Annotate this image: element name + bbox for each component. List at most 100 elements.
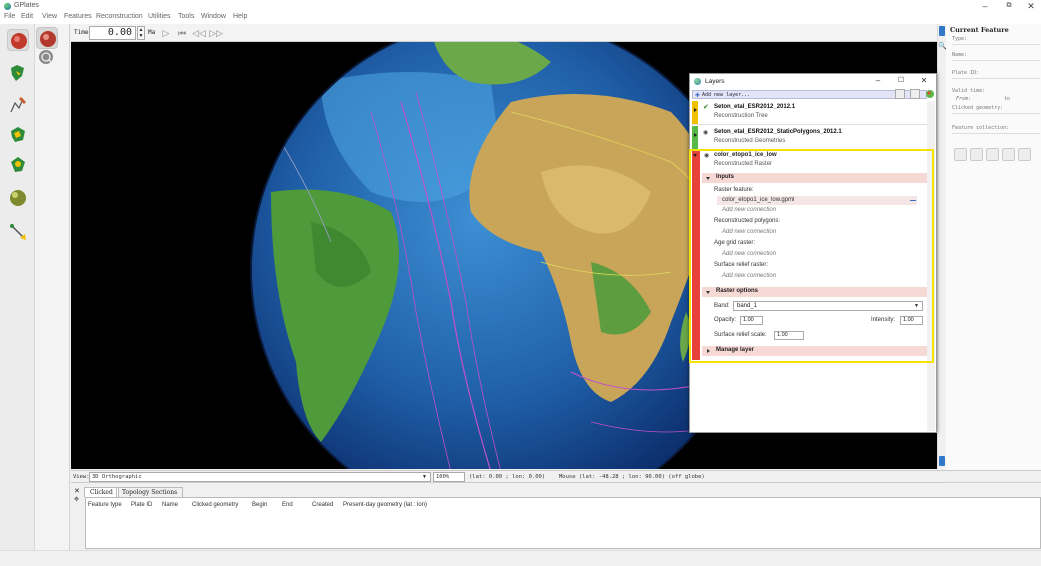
- drag-globe-subtool[interactable]: [36, 27, 58, 49]
- layer-name: Seton_etal_ESR2012_2012.1: [714, 104, 796, 110]
- column-header[interactable]: Begin: [252, 502, 267, 508]
- tab-topology-sections[interactable]: Topology Sections: [116, 487, 184, 497]
- time-input[interactable]: 0.00: [89, 26, 136, 40]
- panel-close-icon[interactable]: ✕: [74, 487, 80, 495]
- zoom-globe-subtool[interactable]: [36, 49, 58, 67]
- current-feature-title: Current Feature: [950, 26, 1009, 34]
- time-label: Time: [74, 29, 89, 36]
- menu-utilities[interactable]: Utilities: [148, 13, 171, 20]
- layer-type: Reconstruction Tree: [714, 113, 768, 119]
- expand-triangle-icon[interactable]: [694, 108, 697, 112]
- zoom-value: 100%: [436, 474, 450, 480]
- app-logo-icon: [4, 3, 11, 10]
- status-bar: View: 3D Orthographic ▼ 100% (lat: 0.00 …: [71, 470, 1041, 483]
- column-header[interactable]: Clicked geometry: [192, 502, 238, 508]
- minimize-button[interactable]: –: [978, 1, 992, 11]
- name-label: Name:: [952, 52, 968, 58]
- projection-select[interactable]: 3D Orthographic ▼: [89, 472, 431, 482]
- drag-globe-tool[interactable]: [7, 29, 29, 51]
- digitise-tool[interactable]: [7, 94, 29, 116]
- sphere-icon: [10, 190, 26, 206]
- pole-manipulation-tool[interactable]: [7, 187, 29, 209]
- layer-static-polygons[interactable]: ◉ Seton_etal_ESR2012_StaticPolygons_2012…: [692, 126, 927, 149]
- menu-features[interactable]: Features: [64, 13, 92, 20]
- zoom-slider-handle[interactable]: [939, 26, 945, 36]
- add-layer-label: Add new layer...: [702, 92, 751, 98]
- menu-help[interactable]: Help: [233, 13, 247, 20]
- plate-id-label: Plate ID:: [952, 70, 980, 76]
- column-header[interactable]: Plate ID: [131, 502, 152, 508]
- plate-move-icon: [11, 127, 25, 142]
- mouse-coordinates: Mouse (lat: -48.28 ; lon: 90.00) (off gl…: [559, 474, 705, 480]
- feature-properties-button[interactable]: [1018, 148, 1031, 161]
- plate-id-field: [952, 78, 1040, 79]
- close-button[interactable]: ✕: [1024, 1, 1038, 12]
- menu-view[interactable]: View: [42, 13, 57, 20]
- feature-select-icon: [11, 65, 24, 81]
- zoom-spinbox[interactable]: 100%: [433, 472, 465, 482]
- step-forward-button[interactable]: ▷▷: [209, 26, 223, 40]
- viewport-zoom-slider[interactable]: 🔍: [937, 24, 947, 469]
- eye-icon[interactable]: ◉: [703, 129, 708, 136]
- menu-bar: File Edit View Features Reconstruction U…: [0, 13, 1041, 24]
- layers-minimize-button[interactable]: –: [872, 76, 884, 85]
- menu-window[interactable]: Window: [201, 13, 226, 20]
- column-header[interactable]: Name: [162, 502, 178, 508]
- view-label: View:: [73, 474, 90, 480]
- menu-file[interactable]: File: [4, 13, 15, 20]
- menu-edit[interactable]: Edit: [21, 13, 33, 20]
- pencil-icon: [10, 97, 26, 113]
- menu-tools[interactable]: Tools: [178, 13, 194, 20]
- expand-triangle-icon[interactable]: [694, 133, 697, 137]
- check-icon[interactable]: ✔: [703, 103, 709, 111]
- restore-button[interactable]: ⧉: [1002, 2, 1016, 10]
- reset-animation-button[interactable]: ⏮: [175, 26, 189, 40]
- column-header[interactable]: Present-day geometry (lat : lon): [343, 502, 427, 508]
- layer-name: Seton_etal_ESR2012_StaticPolygons_2012.1: [714, 129, 842, 135]
- camera-center: (lat: 0.00 ; lon: 0.00): [469, 474, 546, 480]
- tool-palette: [0, 24, 35, 550]
- time-toolbar: Time 0.00 ▲ ▼ Ma ▷ ⏮ ◁◁ ▷▷: [71, 24, 937, 42]
- name-field: [952, 60, 1040, 61]
- move-vertex-tool[interactable]: [7, 124, 29, 146]
- clone-feature-button[interactable]: [986, 148, 999, 161]
- add-layer-icon: ✚: [695, 93, 701, 99]
- from-label: From:: [956, 96, 972, 102]
- add-new-layer-button[interactable]: ✚ Add new layer...: [692, 90, 927, 99]
- layer-type: Reconstructed Geometries: [714, 138, 786, 144]
- step-back-button[interactable]: ◁◁: [192, 26, 206, 40]
- column-header[interactable]: End: [282, 502, 293, 508]
- globe-icon: [11, 33, 27, 49]
- layers-visibility-toggle[interactable]: [895, 89, 905, 99]
- panel-float-icon[interactable]: ✥: [74, 496, 79, 503]
- time-unit: Ma: [148, 29, 156, 36]
- column-header[interactable]: Feature type: [88, 502, 122, 508]
- tab-clicked[interactable]: Clicked: [84, 487, 119, 497]
- projection-value: 3D Orthographic: [92, 474, 142, 480]
- query-feature-button[interactable]: [954, 148, 967, 161]
- layer-reconstruction-tree[interactable]: ✔ Seton_etal_ESR2012_2012.1 Reconstructi…: [692, 101, 927, 124]
- menu-reconstruction[interactable]: Reconstruction: [96, 13, 143, 20]
- topology-tool[interactable]: [7, 154, 29, 176]
- play-button[interactable]: ▷: [159, 26, 173, 40]
- delete-feature-button[interactable]: [1002, 148, 1015, 161]
- zoom-slider-bottom[interactable]: [939, 456, 945, 466]
- time-spinner[interactable]: ▲ ▼: [137, 26, 145, 40]
- layers-window-icon: [694, 78, 701, 85]
- edit-feature-button[interactable]: [970, 148, 983, 161]
- clicked-table: Feature type Plate ID Name Clicked geome…: [85, 497, 1041, 549]
- layer-color-strip: [692, 101, 698, 124]
- layers-options-toggle[interactable]: [910, 89, 920, 99]
- measure-distance-tool[interactable]: [7, 221, 29, 243]
- to-label: to: [1004, 96, 1011, 102]
- layers-close-button[interactable]: ✕: [918, 76, 930, 85]
- column-header[interactable]: Created: [312, 502, 333, 508]
- layers-maximize-button[interactable]: ☐: [895, 76, 907, 84]
- clicked-geometry-label: Clicked geometry:: [952, 105, 1004, 111]
- globe-drag-icon: [40, 31, 56, 47]
- feature-collection-field: [952, 133, 1040, 134]
- layers-colour-icon[interactable]: [925, 89, 935, 99]
- layer-color-strip: [692, 126, 698, 149]
- select-feature-tool[interactable]: [7, 62, 29, 84]
- clicked-geometry-field: [952, 113, 1040, 114]
